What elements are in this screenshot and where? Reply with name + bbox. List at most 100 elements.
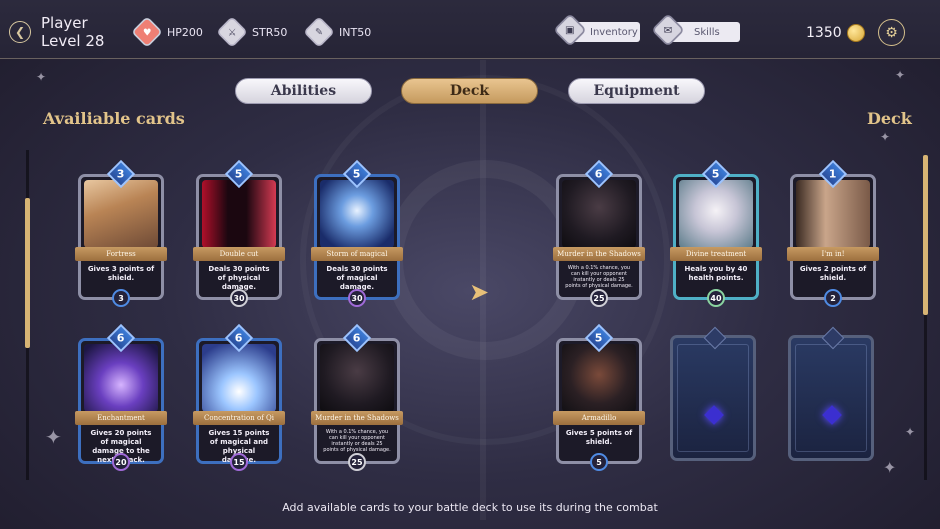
card-power: 40: [707, 289, 725, 307]
stat-str: ⚔ STR50: [216, 16, 288, 48]
card-art: [202, 344, 276, 412]
card-power: 20: [112, 453, 130, 471]
card[interactable]: 6 Concentration of Qi Gives 15 points of m…: [193, 323, 285, 471]
sparkle-icon: ✦: [895, 68, 906, 82]
stat-int-label: INT50: [339, 25, 372, 39]
card[interactable]: 5 Armadillo Gives 5 points of shield. 5: [553, 323, 645, 471]
card-description: Gives 3 points of shield.: [87, 265, 155, 282]
stat-int: ✎ INT50: [303, 16, 372, 48]
card-cost: 5: [595, 331, 603, 345]
card-description: With a 0.1% chance, you can kill your op…: [323, 429, 391, 453]
sparkle-icon: ✦: [905, 425, 916, 439]
gear-icon: ⚙: [885, 24, 898, 41]
card-cost: 5: [712, 167, 720, 181]
card-name: Enchantment: [75, 411, 167, 425]
card-art: [796, 180, 870, 248]
stat-hp-label: HP200: [167, 25, 203, 39]
card-cost: 6: [353, 331, 361, 345]
sword-icon: ⚔: [216, 16, 248, 48]
player-name: Player: [41, 14, 88, 32]
card-cost: 6: [595, 167, 603, 181]
chevron-left-icon: ❮: [14, 25, 26, 39]
card-cost: 3: [117, 167, 125, 181]
coin-balance: 1350: [806, 24, 865, 42]
card[interactable]: 5 Double cut Deals 30 points of physical d…: [193, 159, 285, 307]
empty-deck-slot[interactable]: [788, 326, 874, 461]
settings-button[interactable]: ⚙: [878, 19, 905, 46]
player-level: Level 28: [41, 32, 105, 50]
sparkle-icon: ✦: [36, 70, 47, 84]
empty-deck-slot[interactable]: [670, 326, 756, 461]
available-scroll-thumb[interactable]: [25, 198, 30, 348]
card-power: 2: [824, 289, 842, 307]
tab-deck[interactable]: Deck: [401, 78, 538, 104]
card[interactable]: 3 Fortress Gives 3 points of shield. 3: [75, 159, 167, 307]
card-art: [84, 180, 158, 248]
card-art: [320, 180, 394, 248]
card-description: Deals 30 points of physical damage.: [208, 265, 270, 291]
card-name: Fortress: [75, 247, 167, 261]
card-power: 5: [590, 453, 608, 471]
player-info: Player Level 28: [41, 14, 104, 50]
available-cards-title: Availiable cards: [43, 109, 185, 128]
card-description: Heals you by 40 health points.: [684, 265, 748, 282]
card[interactable]: 5 Storm of magical Deals 30 points of magi…: [311, 159, 403, 307]
card[interactable]: 6 Murder in the Shadows With a 0.1% chance…: [311, 323, 403, 471]
card-description: Deals 30 points of magical damage.: [326, 265, 388, 291]
card[interactable]: 6 Enchantment Gives 20 points of magical d…: [75, 323, 167, 471]
card-name: Divine treatment: [670, 247, 762, 261]
coin-amount: 1350: [806, 25, 842, 41]
card-description: Gives 2 points of shield.: [799, 265, 867, 282]
card-description: With a 0.1% chance, you can kill your op…: [565, 265, 633, 289]
deck-title: Deck: [867, 109, 912, 128]
stat-hp: ♥ HP200: [131, 16, 203, 48]
card-art: [202, 180, 276, 248]
coin-icon: [846, 24, 865, 42]
footer-hint: Add available cards to your battle deck …: [282, 501, 658, 514]
scroll-icon: ✉: [651, 13, 685, 47]
book-icon: ✎: [303, 16, 335, 48]
skills-label: Skills: [694, 26, 720, 38]
tab-equipment[interactable]: Equipment: [568, 78, 705, 104]
sparkle-icon: ✦: [883, 458, 897, 477]
card-power: 30: [230, 289, 248, 307]
available-scrollbar[interactable]: [25, 150, 30, 480]
chest-icon: ▣: [553, 13, 587, 47]
card-art: [562, 344, 636, 412]
card-power: 3: [112, 289, 130, 307]
card-name: Storm of magical: [311, 247, 403, 261]
sparkle-icon: ✦: [45, 425, 62, 449]
card-name: Murder in the Shadows: [553, 247, 645, 261]
deck-scroll-thumb[interactable]: [923, 155, 928, 315]
inventory-label: Inventory: [590, 26, 638, 38]
card[interactable]: 6 Murder in the Shadows With a 0.1% chance…: [553, 159, 645, 307]
stat-str-label: STR50: [252, 25, 288, 39]
card-art: [679, 180, 753, 248]
card-name: Murder in the Shadows: [311, 411, 403, 425]
card-art: [562, 180, 636, 248]
skills-button[interactable]: ✉ Skills: [651, 13, 740, 47]
heart-icon: ♥: [131, 16, 163, 48]
card-name: Double cut: [193, 247, 285, 261]
back-button[interactable]: ❮: [9, 21, 31, 43]
card-art: [320, 344, 394, 412]
card[interactable]: 1 I'm in! Gives 2 points of shield. 2: [787, 159, 879, 307]
top-bar: ❮ Player Level 28 ♥ HP200 ⚔ STR50 ✎ INT5…: [0, 0, 940, 59]
card-power: 30: [348, 289, 366, 307]
card-name: I'm in!: [787, 247, 879, 261]
transfer-arrow-icon: ➤: [469, 278, 490, 306]
card-cost: 5: [235, 167, 243, 181]
sparkle-icon: ✦: [880, 130, 891, 144]
card-description: Gives 5 points of shield.: [565, 429, 633, 446]
tab-abilities[interactable]: Abilities: [235, 78, 372, 104]
card-cost: 1: [829, 167, 837, 181]
card-name: Armadillo: [553, 411, 645, 425]
card-art: [84, 344, 158, 412]
card-cost: 5: [353, 167, 361, 181]
card-name: Concentration of Qi: [193, 411, 285, 425]
card[interactable]: 5 Divine treatment Heals you by 40 health …: [670, 159, 762, 307]
deck-scrollbar[interactable]: [923, 155, 928, 480]
card-cost: 6: [235, 331, 243, 345]
inventory-button[interactable]: ▣ Inventory: [553, 13, 640, 47]
card-power: 25: [348, 453, 366, 471]
